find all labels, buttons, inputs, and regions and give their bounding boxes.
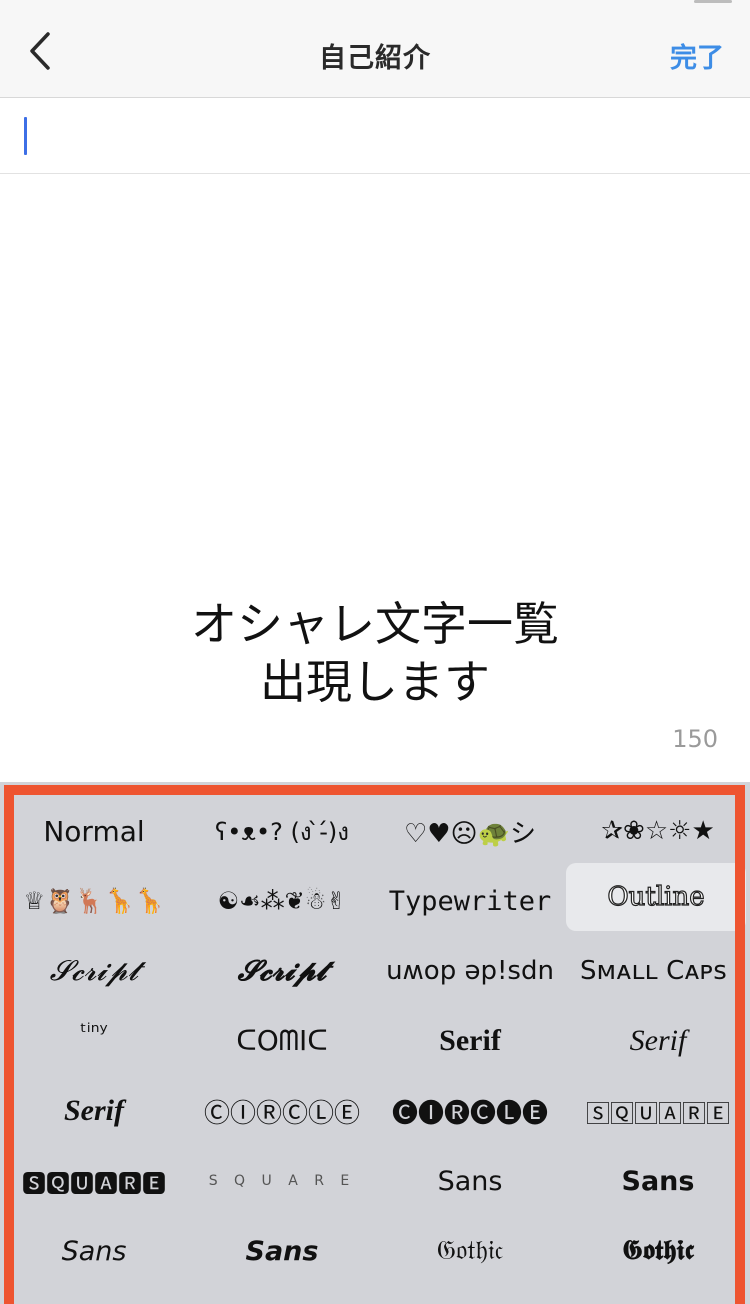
- font-option-upside-down[interactable]: uʍop ǝp!sdn: [376, 936, 564, 1006]
- font-option-stars[interactable]: ✰❀☆☼★: [564, 796, 750, 866]
- font-option-animals[interactable]: ♕🦉🦌🦒🦒: [0, 866, 188, 936]
- font-option-partial-1[interactable]: ̈ ̈ ̈ ̈ ̈: [0, 1286, 188, 1304]
- font-option-emoji-hearts[interactable]: ♡♥☹🐢シ: [376, 796, 564, 866]
- font-option-partial-2[interactable]: ̈ ̈ ̈: [188, 1286, 376, 1304]
- font-style-grid: Normal ʕ•ᴥ•? (ง ̀-́)ง ♡♥☹🐢シ ✰❀☆☼★ ♕🦉🦌🦒🦒 …: [0, 796, 750, 1304]
- content-area: オシャレ文字一覧 出現します 150: [0, 175, 750, 782]
- font-option-gothic[interactable]: 𝔊𝔬𝔱𝔥𝔦𝔠: [376, 1216, 564, 1286]
- font-option-comic[interactable]: ᑕOᗰIᑕ: [188, 1006, 376, 1076]
- font-option-square[interactable]: 🅂🅀🅄🄰🅁🄴: [564, 1076, 750, 1146]
- done-button[interactable]: 完了: [670, 36, 724, 75]
- status-indicator: [694, 0, 732, 3]
- promo-line-1: オシャレ文字一覧: [191, 597, 559, 651]
- font-option-gothic-bold[interactable]: 𝕲𝖔𝖙𝖍𝖎𝖈: [564, 1216, 750, 1286]
- font-option-serif-bold-italic[interactable]: Serif: [0, 1076, 188, 1146]
- font-option-script-bold[interactable]: 𝓢𝓬𝓻𝓲𝓹𝓽: [188, 936, 376, 1006]
- font-option-circle-filled[interactable]: 🅒🅘🅡🅒🅛🅔: [376, 1076, 564, 1146]
- navigation-bar: 自己紹介 完了: [0, 0, 750, 98]
- page-title: 自己紹介: [319, 43, 431, 74]
- font-option-sans-italic[interactable]: Sans: [0, 1216, 188, 1286]
- font-option-square-filled[interactable]: 🆂🆀🆄🅰🆁🅴: [0, 1146, 188, 1216]
- font-option-serif-italic[interactable]: Serif: [564, 1006, 750, 1076]
- font-option-typewriter[interactable]: Typewriter: [376, 866, 564, 936]
- font-option-sans[interactable]: Sans: [376, 1146, 564, 1216]
- font-option-square-dotted[interactable]: S Q U A R E: [188, 1146, 376, 1216]
- font-option-kaomoji[interactable]: ʕ•ᴥ•? (ง ̀-́)ง: [188, 796, 376, 866]
- font-option-sans-bold[interactable]: Sans: [564, 1146, 750, 1216]
- text-caret: [24, 117, 27, 155]
- character-counter: 150: [672, 725, 718, 753]
- font-option-symbols[interactable]: ☯☙⁂❦☃✌: [188, 866, 376, 936]
- font-option-serif-bold[interactable]: Serif: [376, 1006, 564, 1076]
- font-option-circle[interactable]: ⒸⒾⓇⒸⓁⒺ: [188, 1076, 376, 1146]
- bio-input[interactable]: [0, 99, 750, 174]
- promo-line-2: 出現します: [260, 655, 490, 709]
- font-option-normal[interactable]: Normal: [0, 796, 188, 866]
- font-option-outline[interactable]: Outline: [566, 863, 746, 931]
- font-option-script[interactable]: 𝓢𝓬𝓻𝓲𝓹𝓽: [0, 936, 188, 1006]
- font-option-small-caps[interactable]: Sᴍᴀʟʟ Cᴀᴘs: [564, 936, 750, 1006]
- promo-text: オシャレ文字一覧 出現します: [0, 595, 750, 711]
- font-option-sans-bold-italic[interactable]: Sans: [188, 1216, 376, 1286]
- font-option-tiny[interactable]: ᵗⁱⁿʸ: [0, 1006, 188, 1076]
